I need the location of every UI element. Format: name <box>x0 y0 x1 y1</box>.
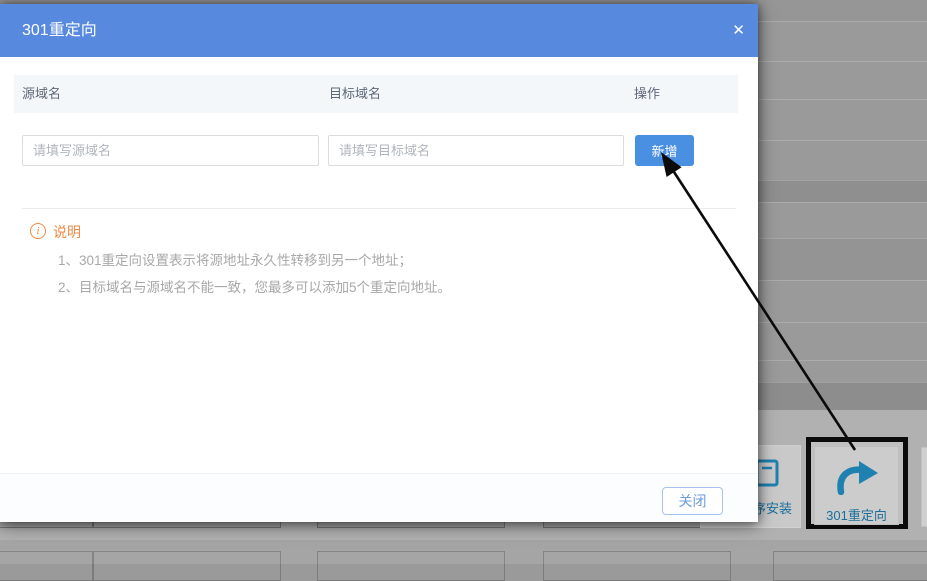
table-header-row: 源域名 目标域名 操作 <box>14 75 738 113</box>
notice-item: 2、目标域名与源域名不能一致，您最多可以添加5个重定向地址。 <box>58 276 451 296</box>
notice-title: 说明 <box>53 222 81 242</box>
divider <box>22 208 736 209</box>
add-button[interactable]: 新增 <box>635 135 694 166</box>
dimmed-card <box>0 551 93 581</box>
dimmed-card <box>317 551 505 581</box>
modal-title: 301重定向 <box>22 4 97 57</box>
modal-footer: 关闭 <box>0 473 758 522</box>
close-button[interactable]: 关闭 <box>662 487 723 515</box>
column-header-source-domain: 源域名 <box>22 75 61 113</box>
modal-header: 301重定向 ✕ <box>0 4 758 57</box>
redirect-arrow-icon <box>833 458 881 495</box>
dimmed-card <box>93 551 281 581</box>
bg-card-label: 301重定向 <box>826 505 887 524</box>
info-icon: i <box>30 223 46 239</box>
source-domain-input[interactable] <box>22 135 319 166</box>
bg-card-301-redirect[interactable]: 301重定向 <box>814 446 899 525</box>
notice-item: 1、301重定向设置表示将源地址永久性转移到另一个地址； <box>58 249 412 269</box>
modal-301-redirect: 301重定向 ✕ 源域名 目标域名 操作 新增 i 说明 1、301重定向设置表… <box>0 4 758 522</box>
column-header-target-domain: 目标域名 <box>329 75 381 113</box>
bg-card-partial[interactable] <box>921 447 927 527</box>
annotation-highlight-box: 301重定向 <box>806 437 908 529</box>
column-header-operation: 操作 <box>634 75 660 113</box>
target-domain-input[interactable] <box>328 135 624 166</box>
dimmed-card <box>773 551 927 581</box>
close-icon[interactable]: ✕ <box>732 4 745 57</box>
page: { "colors": { "modal_header_bg": "#5789d… <box>0 0 927 564</box>
dimmed-card <box>543 551 731 581</box>
